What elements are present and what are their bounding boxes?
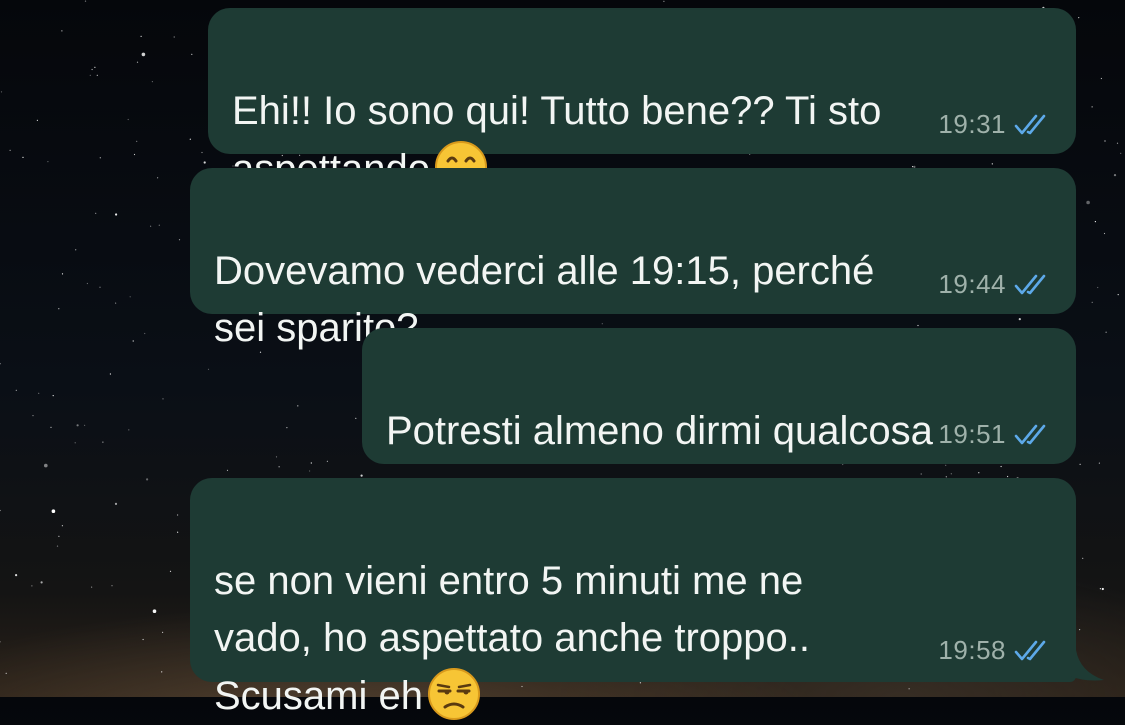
outgoing-message-bubble[interactable]: Potresti almeno dirmi qualcosa 19:51	[362, 328, 1076, 464]
outgoing-message-bubble[interactable]: Dovevamo vederci alle 19:15, perché sei …	[190, 168, 1076, 350]
message-text: se non vieni entro 5 minuti me ne vado, …	[214, 496, 810, 725]
double-check-icon	[1014, 274, 1046, 294]
double-check-icon	[1014, 424, 1046, 444]
message-text: Potresti almeno dirmi qualcosa	[386, 409, 933, 453]
message-time: 19:51	[938, 419, 1006, 449]
message-meta: 19:51	[938, 419, 1054, 450]
message-time: 19:31	[938, 109, 1006, 139]
double-check-icon	[1014, 114, 1046, 134]
message-meta: 19:31	[938, 109, 1054, 140]
unamused-face-icon	[427, 668, 480, 720]
message-time: 19:44	[938, 269, 1006, 299]
message-time: 19:58	[938, 635, 1006, 665]
double-check-icon	[1014, 640, 1046, 660]
outgoing-message-bubble[interactable]: se non vieni entro 5 minuti me ne vado, …	[190, 478, 1076, 720]
outgoing-message-bubble[interactable]: Ehi!! Io sono qui! Tutto bene?? Ti sto a…	[208, 8, 1076, 193]
message-meta: 19:44	[938, 269, 1054, 300]
bubble-tail	[1070, 650, 1104, 681]
message-meta: 19:58	[938, 635, 1054, 666]
